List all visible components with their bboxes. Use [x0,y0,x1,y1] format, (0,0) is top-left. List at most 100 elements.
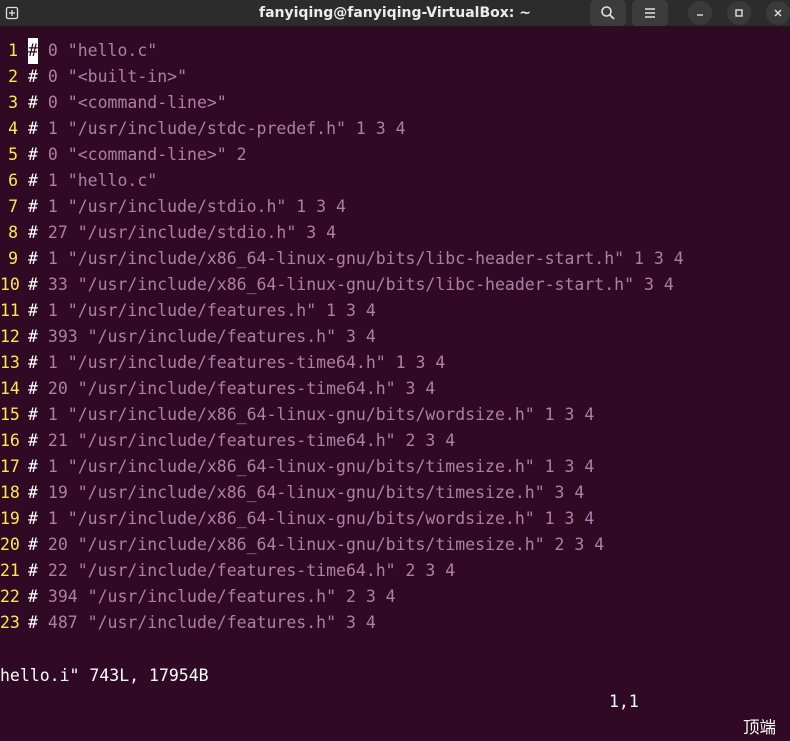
line-number: 19 [0,509,20,528]
close-button[interactable] [766,1,790,25]
editor-line: 1 # 0 "hello.c" [0,38,790,64]
minimize-button[interactable] [688,1,712,25]
line-text: 20 "/usr/include/x86_64-linux-gnu/bits/t… [38,535,605,554]
editor-line: 8 # 27 "/usr/include/stdio.h" 3 4 [0,220,790,246]
menu-button[interactable] [632,0,668,26]
line-text: 33 "/usr/include/x86_64-linux-gnu/bits/l… [38,275,674,294]
line-hash: # [28,249,38,268]
line-number: 10 [0,275,20,294]
new-tab-button[interactable] [0,0,24,26]
search-button[interactable] [590,0,626,26]
line-text: 0 "<command-line>" 2 [38,145,247,164]
line-text: 0 "<built-in>" [38,67,188,86]
editor-line: 16 # 21 "/usr/include/features-time64.h" … [0,428,790,454]
editor-line: 7 # 1 "/usr/include/stdio.h" 1 3 4 [0,194,790,220]
editor-line: 13 # 1 "/usr/include/features-time64.h" 1… [0,350,790,376]
editor-line: 14 # 20 "/usr/include/features-time64.h" … [0,376,790,402]
line-text: 1 "/usr/include/stdc-predef.h" 1 3 4 [38,119,406,138]
scroll-position: 顶端 [743,718,776,737]
file-info: hello.i" 743L, 17954B [0,666,209,685]
line-number: 18 [0,483,20,502]
line-hash: # [28,119,38,138]
line-text: 27 "/usr/include/stdio.h" 3 4 [38,223,337,242]
editor-line: 10 # 33 "/usr/include/x86_64-linux-gnu/bi… [0,272,790,298]
line-number: 15 [0,405,20,424]
line-hash: # [28,613,38,632]
editor-line: 9 # 1 "/usr/include/x86_64-linux-gnu/bits… [0,246,790,272]
editor-line: 18 # 19 "/usr/include/x86_64-linux-gnu/bi… [0,480,790,506]
editor-line: 4 # 1 "/usr/include/stdc-predef.h" 1 3 4 [0,116,790,142]
text-cursor: # [28,38,38,64]
close-icon [774,9,782,17]
search-icon [601,6,615,20]
editor-line: 22 # 394 "/usr/include/features.h" 2 3 4 [0,584,790,610]
line-text: 487 "/usr/include/features.h" 3 4 [38,613,376,632]
line-text: 1 "/usr/include/x86_64-linux-gnu/bits/ti… [38,457,595,476]
line-hash: # [28,483,38,502]
line-number: 7 [8,197,18,216]
line-hash: # [28,93,38,112]
line-hash: # [28,509,38,528]
editor-line: 12 # 393 "/usr/include/features.h" 3 4 [0,324,790,350]
line-number: 22 [0,587,20,606]
line-hash: # [28,171,38,190]
line-number: 20 [0,535,20,554]
maximize-icon [735,9,743,17]
line-number: 1 [8,41,18,60]
editor-line: 6 # 1 "hello.c" [0,168,790,194]
line-hash: # [28,301,38,320]
line-hash: # [28,535,38,554]
line-number: 14 [0,379,20,398]
line-hash: # [28,561,38,580]
line-text: 394 "/usr/include/features.h" 2 3 4 [38,587,396,606]
editor-line: 15 # 1 "/usr/include/x86_64-linux-gnu/bit… [0,402,790,428]
line-text: 0 "hello.c" [38,41,158,60]
title-bar: fanyiqing@fanyiqing-VirtualBox: ~ [0,0,790,27]
line-hash: # [28,379,38,398]
line-hash: # [28,275,38,294]
editor-line: 3 # 0 "<command-line>" [0,90,790,116]
vim-editor[interactable]: 1 # 0 "hello.c" 2 # 0 "<built-in>" 3 # 0 "<… [0,38,790,636]
line-number: 13 [0,353,20,372]
line-number: 23 [0,613,20,632]
editor-line: 17 # 1 "/usr/include/x86_64-linux-gnu/bit… [0,454,790,480]
line-text: 1 "/usr/include/features.h" 1 3 4 [38,301,376,320]
line-number: 6 [8,171,18,190]
vim-status-line: hello.i" 743L, 17954B 1,1 顶端 [0,637,790,737]
line-text: 0 "<command-line>" [38,93,227,112]
line-number: 5 [8,145,18,164]
line-hash: # [28,197,38,216]
line-text: 1 "/usr/include/x86_64-linux-gnu/bits/wo… [38,509,595,528]
line-number: 12 [0,327,20,346]
minimize-icon [697,14,703,16]
line-number: 11 [0,301,20,320]
line-text: 1 "/usr/include/x86_64-linux-gnu/bits/li… [38,249,684,268]
line-hash: # [28,431,38,450]
line-text: 19 "/usr/include/x86_64-linux-gnu/bits/t… [38,483,585,502]
line-number: 2 [8,67,18,86]
line-hash: # [28,405,38,424]
line-number: 16 [0,431,20,450]
line-text: 22 "/usr/include/features-time64.h" 2 3 … [38,561,456,580]
line-text: 1 "/usr/include/x86_64-linux-gnu/bits/wo… [38,405,595,424]
new-tab-icon [5,6,19,20]
cursor-position: 1,1 [609,692,639,711]
editor-line: 11 # 1 "/usr/include/features.h" 1 3 4 [0,298,790,324]
editor-line: 2 # 0 "<built-in>" [0,64,790,90]
editor-line: 23 # 487 "/usr/include/features.h" 3 4 [0,610,790,636]
hamburger-menu-icon [645,8,655,18]
line-number: 9 [8,249,18,268]
line-hash: # [28,67,38,86]
line-number: 3 [8,93,18,112]
line-hash: # [28,457,38,476]
line-text: 1 "hello.c" [38,171,158,190]
line-number: 8 [8,223,18,242]
maximize-button[interactable] [727,1,751,25]
editor-line: 20 # 20 "/usr/include/x86_64-linux-gnu/bi… [0,532,790,558]
editor-line: 21 # 22 "/usr/include/features-time64.h" … [0,558,790,584]
line-text: 21 "/usr/include/features-time64.h" 2 3 … [38,431,456,450]
line-text: 20 "/usr/include/features-time64.h" 3 4 [38,379,436,398]
line-number: 4 [8,119,18,138]
line-hash: # [28,327,38,346]
line-hash: # [28,587,38,606]
